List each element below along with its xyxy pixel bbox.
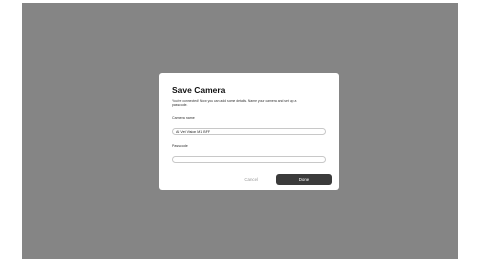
save-camera-dialog: Save Camera You're connected! Now you ca… [159, 73, 339, 190]
dialog-title: Save Camera [172, 85, 226, 95]
cancel-button[interactable]: Cancel [244, 177, 258, 182]
dialog-actions: Cancel Done [244, 174, 332, 185]
passcode-label: Passcode [172, 143, 188, 148]
done-button[interactable]: Done [276, 174, 332, 185]
passcode-input[interactable] [172, 156, 326, 164]
dialog-description: You're connected! Now you can add some d… [172, 99, 297, 108]
camera-name-label: Camera name [172, 115, 195, 120]
camera-name-input[interactable] [172, 128, 326, 136]
